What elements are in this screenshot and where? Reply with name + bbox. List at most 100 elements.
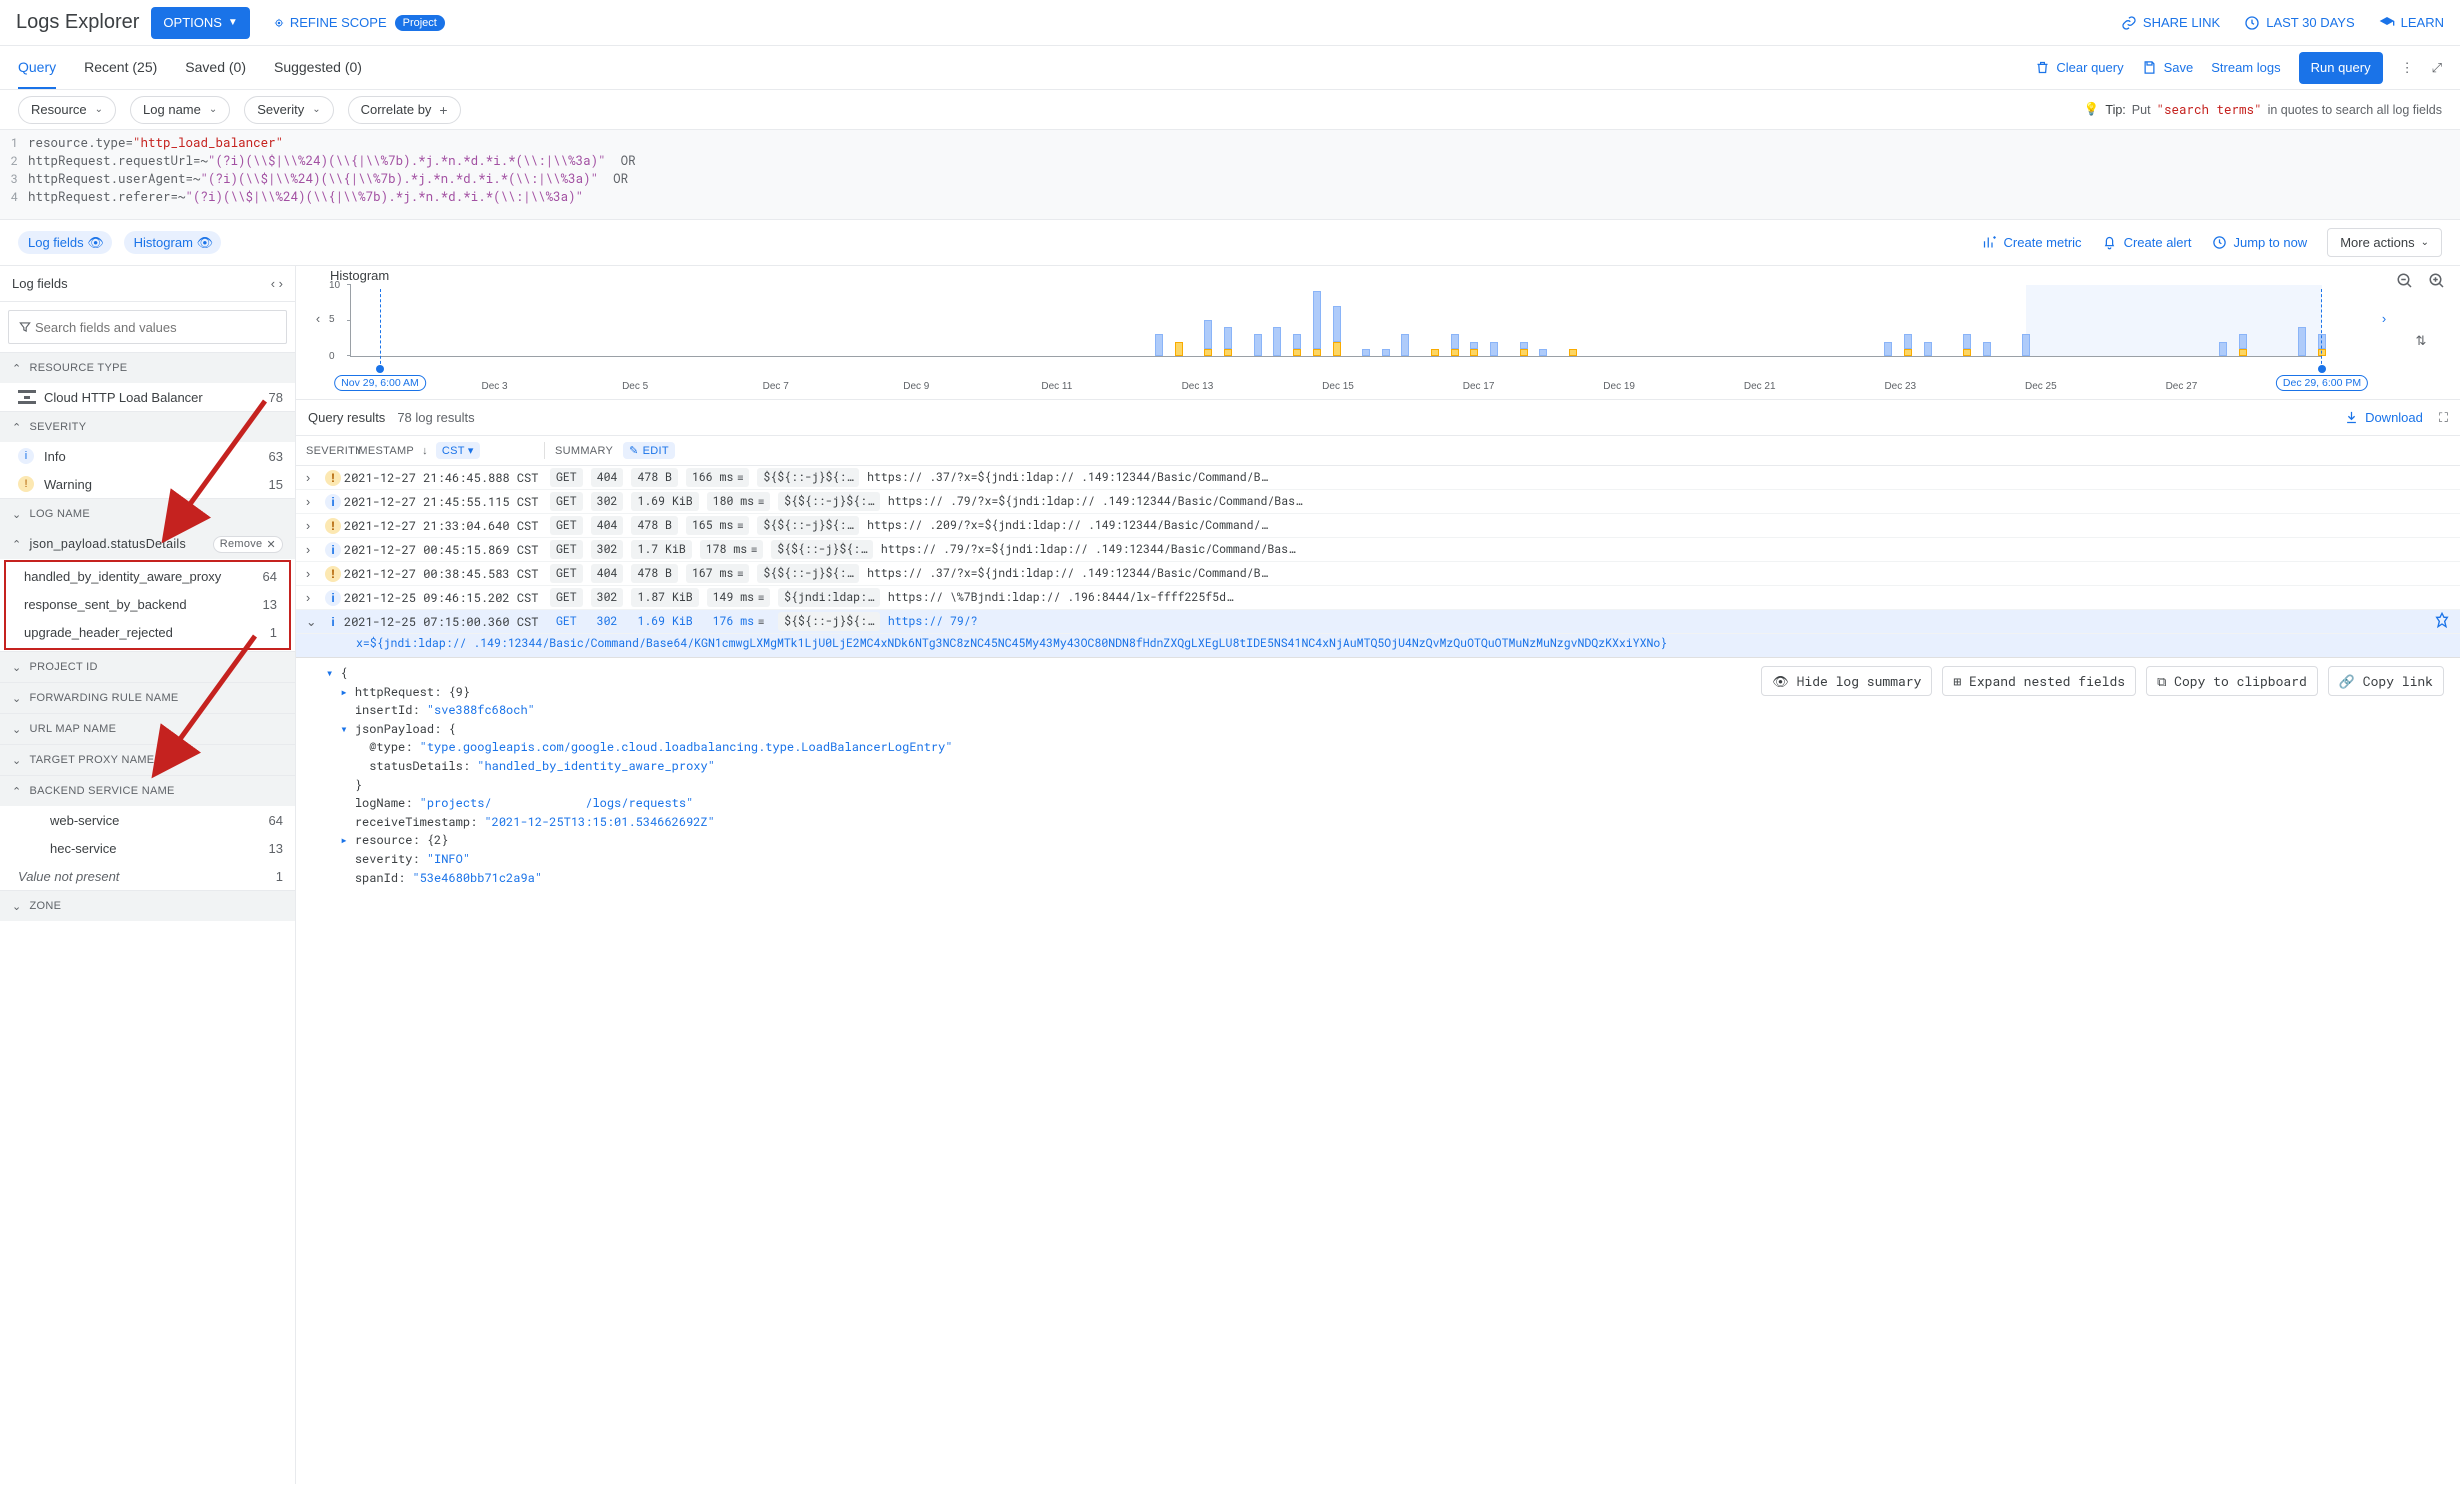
row-query-frag[interactable]: ${${::-j}${:… bbox=[778, 612, 880, 631]
zoom-out-icon[interactable] bbox=[2396, 272, 2414, 293]
section-target-proxy[interactable]: ⌄TARGET PROXY NAME bbox=[0, 745, 295, 775]
section-status-details[interactable]: ⌃ json_payload.statusDetails Remove✕ bbox=[0, 529, 295, 559]
jump-to-now-button[interactable]: Jump to now bbox=[2211, 235, 2307, 251]
section-url-map[interactable]: ⌄URL MAP NAME bbox=[0, 714, 295, 744]
create-metric-button[interactable]: Create metric bbox=[1982, 235, 2082, 251]
chip-log-fields[interactable]: Log fields👁 bbox=[18, 231, 112, 254]
filter-correlate[interactable]: Correlate by+ bbox=[348, 96, 461, 124]
field-handled-by-iap[interactable]: handled_by_identity_aware_proxy64 bbox=[6, 562, 289, 590]
histogram-prev[interactable]: ‹ bbox=[306, 268, 330, 368]
row-query-frag[interactable]: ${jndi:ldap:… bbox=[778, 588, 880, 607]
row-query-frag[interactable]: ${${::-j}${:… bbox=[771, 540, 873, 559]
panel-swap-icon[interactable]: ‹ › bbox=[271, 276, 283, 291]
field-upgrade-rejected[interactable]: upgrade_header_rejected1 bbox=[6, 618, 289, 646]
row-size[interactable]: 1.69 KiB bbox=[631, 612, 698, 631]
row-method[interactable]: GET bbox=[550, 492, 583, 511]
row-method[interactable]: GET bbox=[550, 540, 583, 559]
sort-down-icon[interactable]: ↓ bbox=[422, 445, 428, 457]
log-row[interactable]: › ! 2021-12-27 21:46:45.888 CST GET 404 … bbox=[296, 466, 2460, 490]
run-query-button[interactable]: Run query bbox=[2299, 52, 2383, 84]
latency-options-icon[interactable]: ≡ bbox=[737, 519, 743, 532]
row-status[interactable]: 302 bbox=[591, 612, 624, 631]
row-query-frag[interactable]: ${${::-j}${:… bbox=[757, 468, 859, 487]
row-expand-icon[interactable]: › bbox=[306, 471, 322, 485]
row-expand-icon[interactable]: › bbox=[306, 591, 322, 605]
options-button[interactable]: OPTIONS▼ bbox=[151, 7, 249, 39]
log-row[interactable]: ⌄ i 2021-12-25 07:15:00.360 CST GET 302 … bbox=[296, 610, 2460, 634]
field-response-backend[interactable]: response_sent_by_backend13 bbox=[6, 590, 289, 618]
row-size[interactable]: 1.69 KiB bbox=[631, 492, 698, 511]
row-query-frag[interactable]: ${${::-j}${:… bbox=[757, 516, 859, 535]
clear-query-button[interactable]: Clear query bbox=[2034, 60, 2123, 76]
stream-logs-button[interactable]: Stream logs bbox=[2211, 60, 2280, 75]
row-latency[interactable]: 166 ms ≡ bbox=[686, 468, 749, 487]
histogram-expand-icon[interactable]: ⇅ bbox=[2416, 333, 2427, 349]
col-severity[interactable]: SEVERITY bbox=[306, 445, 348, 457]
filter-logname[interactable]: Log name⌄ bbox=[130, 96, 230, 124]
latency-options-icon[interactable]: ≡ bbox=[737, 567, 743, 580]
row-latency[interactable]: 176 ms ≡ bbox=[707, 612, 770, 631]
section-project-id[interactable]: ⌄PROJECT ID bbox=[0, 652, 295, 682]
latency-options-icon[interactable]: ≡ bbox=[758, 615, 764, 628]
row-expand-icon[interactable]: ⌄ bbox=[306, 614, 322, 629]
row-expand-icon[interactable]: › bbox=[306, 567, 322, 581]
row-method[interactable]: GET bbox=[550, 612, 583, 631]
tab-query[interactable]: Query bbox=[18, 46, 56, 89]
edit-summary-button[interactable]: ✎EDIT bbox=[623, 442, 675, 459]
field-sev-info[interactable]: iInfo63 bbox=[0, 442, 295, 470]
copy-clipboard-button[interactable]: ⧉ Copy to clipboard bbox=[2146, 666, 2318, 696]
hide-summary-button[interactable]: 👁 Hide log summary bbox=[1761, 666, 1932, 696]
log-row[interactable]: › i 2021-12-25 09:46:15.202 CST GET 302 … bbox=[296, 586, 2460, 610]
row-status[interactable]: 404 bbox=[591, 516, 624, 535]
timezone-chip[interactable]: CST ▾ bbox=[436, 442, 480, 459]
log-row[interactable]: › i 2021-12-27 00:45:15.869 CST GET 302 … bbox=[296, 538, 2460, 562]
tabs-expand-icon[interactable]: ⤢ bbox=[2432, 60, 2442, 76]
row-status[interactable]: 404 bbox=[591, 564, 624, 583]
fields-search-field[interactable] bbox=[33, 319, 278, 336]
row-expand-icon[interactable]: › bbox=[306, 519, 322, 533]
fields-search-input[interactable] bbox=[8, 310, 287, 344]
field-web-service[interactable]: web-service64 bbox=[0, 806, 295, 834]
section-zone[interactable]: ⌄ZONE bbox=[0, 891, 295, 921]
latency-options-icon[interactable]: ≡ bbox=[758, 495, 764, 508]
log-row[interactable]: › ! 2021-12-27 00:38:45.583 CST GET 404 … bbox=[296, 562, 2460, 586]
row-method[interactable]: GET bbox=[550, 468, 583, 487]
row-query-frag[interactable]: ${${::-j}${:… bbox=[778, 492, 880, 511]
row-status[interactable]: 302 bbox=[591, 540, 624, 559]
chip-histogram[interactable]: Histogram👁 bbox=[124, 231, 221, 254]
row-latency[interactable]: 178 ms ≡ bbox=[700, 540, 763, 559]
row-method[interactable]: GET bbox=[550, 588, 583, 607]
row-status[interactable]: 302 bbox=[591, 492, 624, 511]
results-expand-icon[interactable]: ⛶ bbox=[2439, 410, 2448, 426]
log-row[interactable]: › i 2021-12-27 21:45:55.115 CST GET 302 … bbox=[296, 490, 2460, 514]
filter-resource[interactable]: Resource⌄ bbox=[18, 96, 116, 124]
row-status[interactable]: 302 bbox=[591, 588, 624, 607]
more-actions-button[interactable]: More actions⌄ bbox=[2327, 228, 2442, 257]
col-timestamp[interactable]: TIMESTAMP ↓ CST ▾ bbox=[348, 442, 544, 459]
copy-link-button[interactable]: 🔗 Copy link bbox=[2328, 666, 2444, 696]
latency-options-icon[interactable]: ≡ bbox=[758, 591, 764, 604]
row-method[interactable]: GET bbox=[550, 564, 583, 583]
row-method[interactable]: GET bbox=[550, 516, 583, 535]
row-latency[interactable]: 149 ms ≡ bbox=[707, 588, 770, 607]
row-latency[interactable]: 167 ms ≡ bbox=[686, 564, 749, 583]
zoom-in-icon[interactable] bbox=[2428, 272, 2446, 293]
row-expand-icon[interactable]: › bbox=[306, 495, 322, 509]
col-summary[interactable]: SUMMARY ✎EDIT bbox=[544, 442, 2450, 459]
tab-suggested[interactable]: Suggested (0) bbox=[274, 46, 362, 89]
row-size[interactable]: 478 B bbox=[631, 468, 678, 487]
query-editor[interactable]: 1resource.type="http_load_balancer"2http… bbox=[0, 130, 2460, 220]
filter-severity[interactable]: Severity⌄ bbox=[244, 96, 333, 124]
share-link-button[interactable]: SHARE LINK bbox=[2121, 15, 2220, 31]
tab-saved[interactable]: Saved (0) bbox=[185, 46, 246, 89]
row-status[interactable]: 404 bbox=[591, 468, 624, 487]
latency-options-icon[interactable]: ≡ bbox=[751, 543, 757, 556]
download-button[interactable]: Download bbox=[2343, 410, 2423, 426]
histogram-next[interactable]: › bbox=[2372, 268, 2396, 368]
row-latency[interactable]: 165 ms ≡ bbox=[686, 516, 749, 535]
section-forwarding-rule[interactable]: ⌄FORWARDING RULE NAME bbox=[0, 683, 295, 713]
pin-icon[interactable] bbox=[2434, 612, 2450, 631]
histogram-chart[interactable]: 0 5 10 bbox=[350, 285, 2322, 357]
field-value-not-present[interactable]: Value not present1 bbox=[0, 862, 295, 890]
remove-field-button[interactable]: Remove✕ bbox=[213, 536, 283, 553]
